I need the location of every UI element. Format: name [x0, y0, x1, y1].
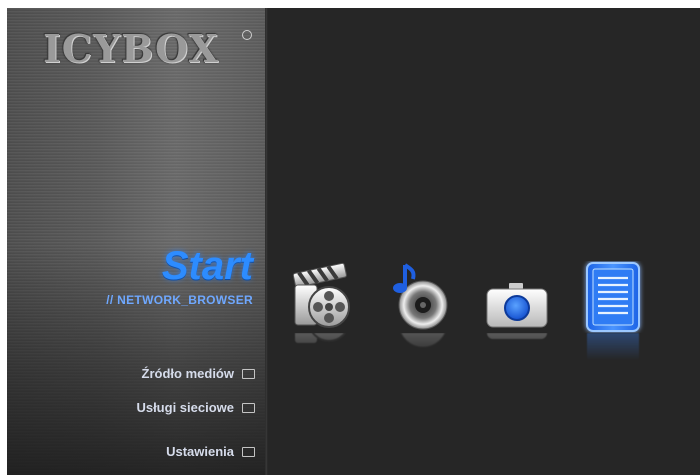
photo-icon-reflection	[483, 333, 553, 367]
menu-item-label: Ustawienia	[166, 444, 234, 459]
movie-icon[interactable]	[287, 261, 357, 333]
menu-item-media-source[interactable]: Źródło mediów	[142, 366, 255, 381]
file-list-icon[interactable]	[579, 261, 649, 333]
menu-item-label: Źródło mediów	[141, 366, 234, 381]
photo-icon[interactable]	[483, 261, 553, 333]
breadcrumb: // NETWORK_BROWSER	[106, 293, 253, 307]
checkbox-icon	[242, 368, 255, 379]
menu-item-settings[interactable]: Ustawienia	[166, 444, 255, 459]
menu-item-label: Usługi sieciowe	[136, 400, 234, 415]
music-icon-reflection	[385, 333, 455, 367]
checkbox-icon	[242, 446, 255, 457]
section-title: Start	[161, 244, 253, 288]
registered-mark-icon	[242, 30, 252, 40]
media-player-screen: ICYBOX Start // NETWORK_BROWSER Źródło m…	[7, 8, 700, 475]
panel-divider	[265, 8, 268, 475]
brand-logo: ICYBOX	[43, 26, 219, 71]
music-icon[interactable]	[385, 261, 455, 333]
file-list-icon-reflection	[579, 333, 649, 367]
checkbox-icon	[242, 402, 255, 413]
movie-icon-reflection	[287, 333, 357, 367]
menu-item-network-services[interactable]: Usługi sieciowe	[136, 400, 255, 415]
